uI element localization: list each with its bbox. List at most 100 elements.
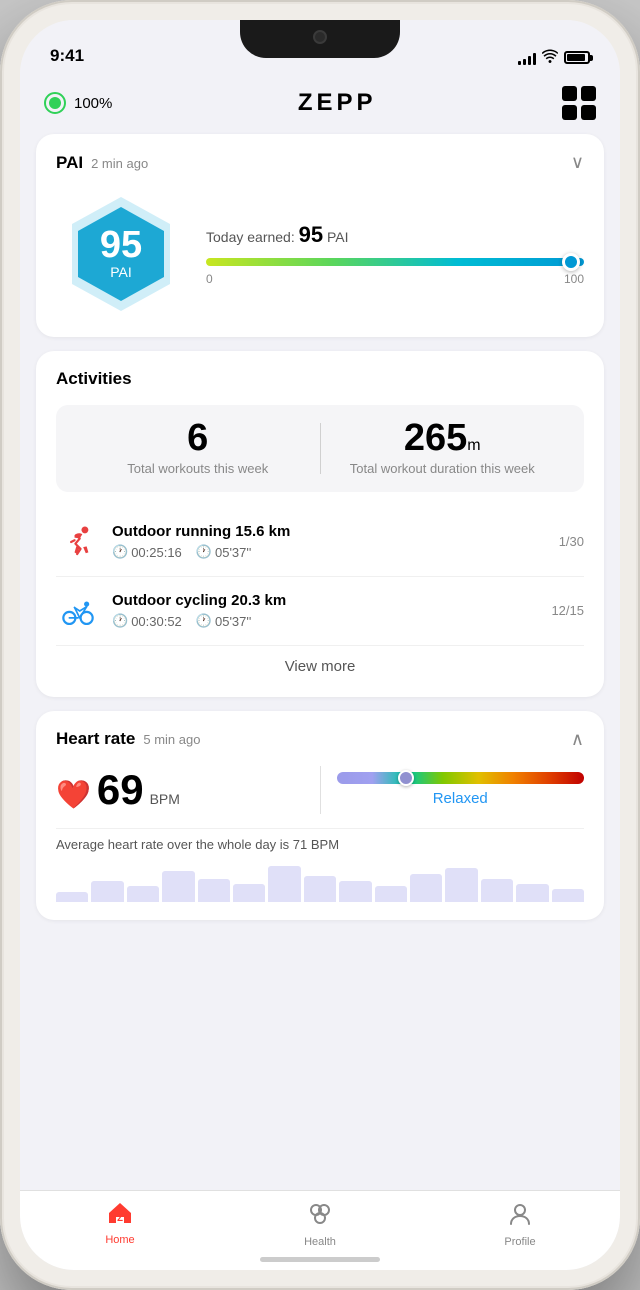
heart-icon: ❤️ bbox=[56, 778, 91, 811]
health-icon bbox=[307, 1201, 333, 1232]
chart-bar bbox=[198, 879, 230, 902]
hr-chart bbox=[56, 862, 584, 902]
nav-health[interactable]: Health bbox=[220, 1201, 420, 1248]
pai-slider-thumb bbox=[562, 253, 580, 271]
phone-screen: 9:41 bbox=[20, 20, 620, 1270]
total-workouts-count: 6 bbox=[76, 419, 320, 457]
hr-bpm-value: 69 bbox=[97, 766, 144, 814]
chart-bar bbox=[56, 892, 88, 902]
total-workouts-stat: 6 Total workouts this week bbox=[76, 419, 320, 478]
total-duration-label: Total workout duration this week bbox=[321, 461, 565, 478]
main-content[interactable]: 100% ZEPP PAI 2 min ago ∨ bbox=[20, 74, 620, 1190]
app-header: 100% ZEPP bbox=[20, 74, 620, 134]
chart-bar bbox=[481, 879, 513, 902]
hr-collapse-button[interactable]: ∧ bbox=[571, 729, 584, 750]
apps-button[interactable] bbox=[562, 86, 596, 120]
nav-profile-label: Profile bbox=[504, 1236, 535, 1248]
chart-bar bbox=[445, 868, 477, 901]
cycling-icon bbox=[56, 589, 100, 633]
pai-content: 95 PAI Today earned: 95 PAI bbox=[56, 189, 584, 319]
hr-time-ago: 5 min ago bbox=[143, 732, 200, 747]
heart-rate-card: Heart rate 5 min ago ∧ ❤️ 69 BPM bbox=[36, 711, 604, 920]
pai-slider: 0 100 bbox=[206, 258, 584, 286]
chart-bar bbox=[339, 881, 371, 902]
pai-earned-label: Today earned: 95 PAI bbox=[206, 222, 584, 248]
hr-reading: ❤️ 69 BPM bbox=[56, 766, 321, 814]
status-time: 9:41 bbox=[50, 46, 84, 66]
pai-slider-labels: 0 100 bbox=[206, 272, 584, 286]
activity-cycling[interactable]: Outdoor cycling 20.3 km 🕐 00:30:52 🕐 05'… bbox=[56, 577, 584, 646]
running-date: 1/30 bbox=[559, 534, 584, 549]
pai-earned-unit: PAI bbox=[327, 229, 349, 245]
cycling-date: 12/15 bbox=[551, 603, 584, 618]
chart-bar bbox=[410, 874, 442, 902]
pai-score-display: 95 PAI bbox=[100, 226, 142, 282]
watch-indicator: 100% bbox=[44, 92, 112, 114]
total-duration-count: 265m bbox=[321, 419, 565, 457]
running-details: Outdoor running 15.6 km 🕐 00:25:16 🕐 05'… bbox=[112, 523, 559, 560]
nav-health-label: Health bbox=[304, 1236, 336, 1248]
battery-icon bbox=[564, 51, 590, 64]
activities-card: Activities 6 Total workouts this week 26… bbox=[36, 351, 604, 697]
hr-content: ❤️ 69 BPM Relaxed bbox=[56, 766, 584, 814]
watch-status-icon bbox=[44, 92, 66, 114]
nav-home[interactable]: Σ Home bbox=[20, 1201, 220, 1246]
home-indicator bbox=[260, 1257, 380, 1262]
hr-card-title: Heart rate 5 min ago bbox=[56, 729, 200, 749]
cycling-meta: 🕐 00:30:52 🕐 05'37'' bbox=[112, 613, 551, 629]
hr-status-label: Relaxed bbox=[433, 790, 488, 807]
wifi-icon bbox=[542, 49, 558, 66]
activities-title: Activities bbox=[56, 369, 132, 389]
chart-bar bbox=[552, 889, 584, 902]
pai-hexagon: 95 PAI bbox=[56, 189, 186, 319]
chart-bar bbox=[162, 871, 194, 902]
profile-icon bbox=[507, 1201, 533, 1232]
nav-profile[interactable]: Profile bbox=[420, 1201, 620, 1248]
hr-card-header: Heart rate 5 min ago ∧ bbox=[56, 729, 584, 750]
running-meta: 🕐 00:25:16 🕐 05'37'' bbox=[112, 544, 559, 560]
camera bbox=[313, 30, 327, 44]
chart-bar bbox=[375, 886, 407, 901]
home-icon: Σ bbox=[107, 1201, 133, 1230]
cycling-name: Outdoor cycling 20.3 km bbox=[112, 592, 551, 609]
notch bbox=[240, 20, 400, 58]
svg-text:Σ: Σ bbox=[117, 1213, 123, 1224]
chart-bar bbox=[127, 886, 159, 901]
status-icons bbox=[518, 49, 590, 66]
view-more-button[interactable]: View more bbox=[56, 646, 584, 679]
total-workouts-label: Total workouts this week bbox=[76, 461, 320, 478]
total-duration-stat: 265m Total workout duration this week bbox=[321, 419, 565, 478]
hr-gauge-thumb bbox=[398, 770, 414, 786]
running-name: Outdoor running 15.6 km bbox=[112, 523, 559, 540]
activities-card-header: Activities bbox=[56, 369, 584, 389]
cycling-pace: 🕐 05'37'' bbox=[196, 613, 252, 629]
pai-card-title: PAI 2 min ago bbox=[56, 153, 148, 173]
running-time: 🕐 00:25:16 bbox=[112, 544, 182, 560]
phone-frame: 9:41 bbox=[0, 0, 640, 1290]
pai-earned-value: 95 bbox=[299, 222, 323, 247]
hr-gauge bbox=[337, 772, 585, 784]
pai-collapse-button[interactable]: ∨ bbox=[571, 152, 584, 173]
cycling-details: Outdoor cycling 20.3 km 🕐 00:30:52 🕐 05'… bbox=[112, 592, 551, 629]
signal-icon bbox=[518, 51, 536, 65]
chart-bar bbox=[268, 866, 300, 902]
pai-card: PAI 2 min ago ∨ 95 bbox=[36, 134, 604, 337]
chart-bar bbox=[304, 876, 336, 902]
pai-info: Today earned: 95 PAI 0 100 bbox=[206, 222, 584, 286]
app-logo: ZEPP bbox=[298, 89, 377, 117]
running-pace: 🕐 05'37'' bbox=[196, 544, 252, 560]
pai-slider-track bbox=[206, 258, 584, 266]
running-icon bbox=[56, 520, 100, 564]
hr-status-display: Relaxed bbox=[337, 772, 585, 807]
hr-avg-text: Average heart rate over the whole day is… bbox=[56, 828, 584, 852]
activities-stats: 6 Total workouts this week 265m Total wo… bbox=[56, 405, 584, 492]
pai-card-header: PAI 2 min ago ∨ bbox=[56, 152, 584, 173]
watch-battery: 100% bbox=[74, 95, 112, 112]
chart-bar bbox=[233, 884, 265, 902]
chart-bar bbox=[91, 881, 123, 902]
activity-running[interactable]: Outdoor running 15.6 km 🕐 00:25:16 🕐 05'… bbox=[56, 508, 584, 577]
nav-home-label: Home bbox=[105, 1234, 134, 1246]
hr-bpm-unit: BPM bbox=[150, 791, 180, 807]
pai-score-label: PAI bbox=[110, 264, 132, 280]
cycling-time: 🕐 00:30:52 bbox=[112, 613, 182, 629]
